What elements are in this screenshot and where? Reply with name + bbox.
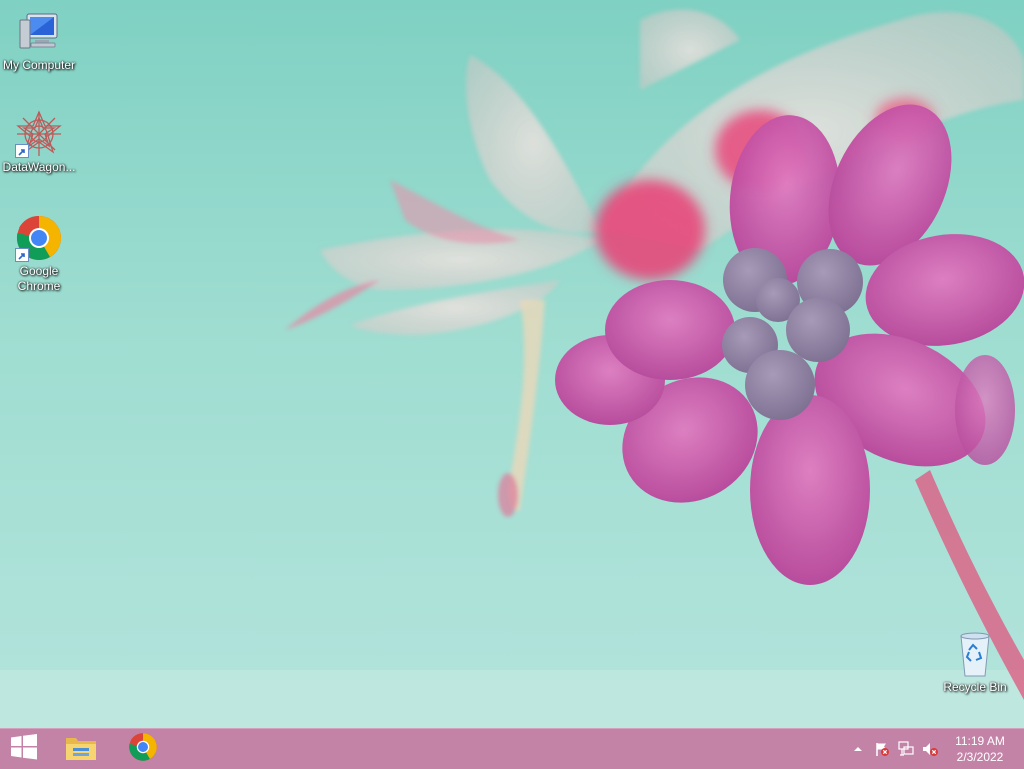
shortcut-arrow-icon (15, 248, 29, 262)
computer-icon (15, 8, 63, 56)
file-explorer-icon (64, 732, 98, 767)
taskbar-google-chrome[interactable] (118, 729, 168, 769)
desktop-icon-recycle-bin[interactable]: Recycle Bin (935, 630, 1015, 695)
shortcut-arrow-icon (15, 144, 29, 158)
chrome-icon (128, 732, 158, 767)
desktop-icon-label: Google Chrome (17, 264, 61, 293)
desktop-icon-google-chrome[interactable]: Google Chrome (0, 214, 79, 294)
network-icon[interactable] (898, 741, 914, 757)
clock-time: 11:19 AM (955, 734, 1005, 748)
wallpaper-flower (0, 9, 1024, 728)
desktop-icon-label: My Computer (2, 58, 76, 72)
recycle-bin-icon (951, 630, 999, 678)
action-center-flag-icon[interactable] (874, 741, 890, 757)
desktop-icon-datawagon[interactable]: DataWagon... (0, 110, 79, 175)
datawagon-icon (15, 110, 63, 158)
windows-start-icon (10, 733, 38, 766)
start-button[interactable] (0, 729, 48, 769)
volume-muted-icon[interactable] (922, 741, 938, 757)
desktop-icon-label: Recycle Bin (943, 680, 1007, 694)
clock-date: 2/3/2022 (956, 750, 1004, 764)
taskbar-file-explorer[interactable] (56, 729, 106, 769)
desktop-icon-my-computer[interactable]: My Computer (0, 8, 79, 73)
desktop[interactable]: My Computer DataWagon... Google Chrome R… (0, 0, 1024, 728)
desktop-icon-label: DataWagon... (2, 160, 76, 174)
show-hidden-icons-chevron[interactable] (850, 741, 866, 757)
taskbar-clock[interactable]: 11:19 AM 2/3/2022 (945, 733, 1015, 765)
taskbar: 11:19 AM 2/3/2022 (0, 728, 1024, 769)
chrome-icon (15, 214, 63, 262)
